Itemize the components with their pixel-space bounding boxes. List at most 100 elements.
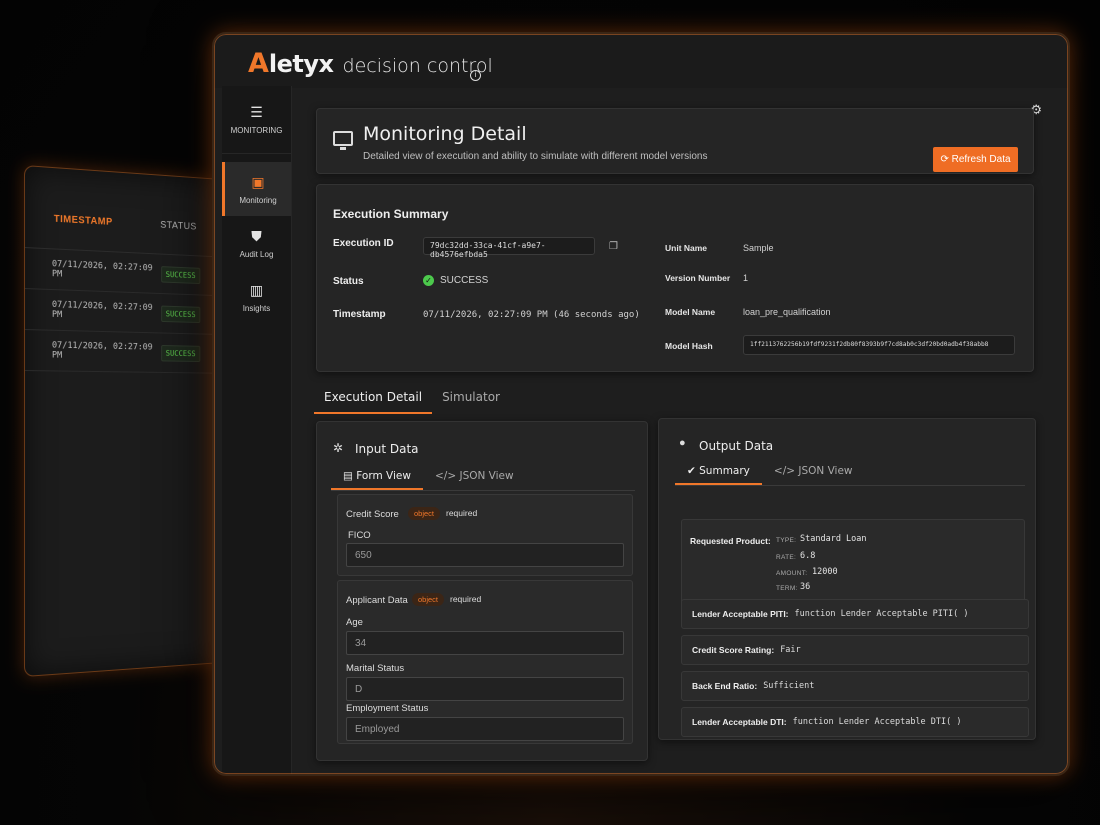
sidebar: ☰ MONITORING ▣ Monitoring ⛊ Audit Log ▥ … xyxy=(222,86,292,774)
required-indicator: required xyxy=(450,594,482,604)
applicant-data-card: Applicant Data object required Age Marit… xyxy=(337,580,633,744)
sidebar-item-label: Audit Log xyxy=(239,249,274,259)
tab-form-view[interactable]: ▤ Form View xyxy=(331,466,423,490)
refresh-data-button[interactable]: ⟳ Refresh Data xyxy=(933,147,1018,172)
col-status[interactable]: STATUS xyxy=(160,220,196,255)
row-timestamp: 07/11/2026, 02:27:09 PM xyxy=(51,340,153,361)
copy-icon[interactable]: ❐ xyxy=(609,241,618,252)
model-hash-value[interactable]: 1ff2113762256b19fdf9231f2db80f8393b9f7cd… xyxy=(743,335,1015,355)
output-row-back-end-ratio: Back End Ratio: Sufficient xyxy=(681,671,1029,701)
execution-id-label: Execution ID xyxy=(333,238,394,249)
check-circle-icon: ✔ xyxy=(687,465,700,477)
marital-status-input[interactable] xyxy=(346,677,624,701)
sidebar-item-audit-log[interactable]: ⛊ Audit Log xyxy=(222,216,291,270)
model-name-value: loan_pre_qualification xyxy=(743,307,831,317)
timestamp-label: Timestamp xyxy=(333,309,386,320)
row-key: Credit Score Rating: xyxy=(692,645,775,655)
tab-execution-detail[interactable]: Execution Detail xyxy=(314,386,433,414)
tab-summary[interactable]: ✔ Summary xyxy=(675,461,762,485)
execution-summary: Execution Summary Execution ID 79dc32dd-… xyxy=(316,184,1034,372)
form-icon: ▤ xyxy=(343,470,357,482)
age-input[interactable] xyxy=(346,631,624,655)
logo-mark: A xyxy=(248,48,269,79)
code-icon: </> xyxy=(773,465,799,477)
sidebar-menu-toggle[interactable]: ☰ MONITORING xyxy=(222,86,291,154)
tab-json-view[interactable]: </> JSON View xyxy=(423,466,526,490)
rate-key: RATE: xyxy=(776,554,797,561)
main-window: A letyx decision control i ⚙ ☰ MONITORIN… xyxy=(212,32,1070,776)
brand-logo[interactable]: A letyx decision control xyxy=(248,48,493,79)
background-window: TIMESTAMP STATUS 07/11/2026, 02:27:09 PM… xyxy=(24,165,222,677)
detail-tabs: Execution Detail Simulator xyxy=(314,386,510,414)
age-label: Age xyxy=(346,617,363,628)
check-circle-icon: ✓ xyxy=(423,275,434,286)
execution-id-value[interactable]: 79dc32dd-33ca-41cf-a9e7-db4576efbda5 xyxy=(423,237,595,259)
input-data-panel: ✲ Input Data ▤ Form View </> JSON View C… xyxy=(316,421,648,761)
status-badge: SUCCESS xyxy=(161,344,201,362)
summary-title: Execution Summary xyxy=(333,207,449,221)
model-name-label: Model Name xyxy=(665,307,716,317)
amount-key: AMOUNT: xyxy=(776,570,808,577)
page-header: Monitoring Detail Detailed view of execu… xyxy=(316,108,1034,174)
type-badge: object xyxy=(408,507,441,520)
page-subtitle: Detailed view of execution and ability t… xyxy=(363,151,708,162)
version-number-label: Version Number xyxy=(665,273,731,283)
output-subtabs: ✔ Summary </> JSON View xyxy=(675,461,1025,486)
credit-score-card: Credit Score object required FICO xyxy=(337,494,633,576)
employment-status-input[interactable] xyxy=(346,717,624,741)
tab-simulator[interactable]: Simulator xyxy=(432,386,510,414)
status-badge: SUCCESS xyxy=(161,265,201,284)
type-value: Standard Loan xyxy=(800,534,867,544)
required-indicator: required xyxy=(446,508,478,518)
model-hash-label: Model Hash xyxy=(665,341,713,351)
network-icon: ✲ xyxy=(333,441,344,455)
term-value: 36 xyxy=(800,582,811,592)
output-row-dti: Lender Acceptable DTI: function Lender A… xyxy=(681,707,1029,737)
topbar: A letyx decision control i xyxy=(214,34,1068,88)
code-icon: </> xyxy=(434,470,460,482)
table-row[interactable]: 07/11/2026, 02:27:09 PM SUCCESS xyxy=(24,289,221,335)
monitor-icon xyxy=(333,131,353,150)
col-timestamp[interactable]: TIMESTAMP xyxy=(54,214,160,254)
info-icon[interactable]: i xyxy=(470,70,481,81)
type-key: TYPE: xyxy=(776,537,797,544)
row-value: function Lender Acceptable DTI( ) xyxy=(792,717,962,727)
refresh-label: Refresh Data xyxy=(951,154,1011,165)
amount-value: 12000 xyxy=(812,567,838,577)
sidebar-item-monitoring[interactable]: ▣ Monitoring xyxy=(222,162,291,216)
table-row[interactable]: 07/11/2026, 02:27:09 PM SUCCESS xyxy=(24,248,221,297)
row-timestamp: 07/11/2026, 02:27:09 PM xyxy=(51,259,153,280)
credit-score-label: Credit Score xyxy=(346,509,399,520)
requested-product-card: Requested Product: TYPE: Standard Loan R… xyxy=(681,519,1025,609)
refresh-icon: ⟳ xyxy=(940,154,952,165)
timestamp-value: 07/11/2026, 02:27:09 PM (46 seconds ago) xyxy=(423,310,640,320)
sidebar-item-label: Monitoring xyxy=(239,195,277,205)
term-key: TERM: xyxy=(776,585,798,592)
status-value: ✓ SUCCESS xyxy=(423,275,488,286)
brand-name: letyx xyxy=(268,50,334,78)
bar-chart-icon: ▥ xyxy=(249,281,264,298)
status-badge: SUCCESS xyxy=(161,305,201,323)
requested-product-label: Requested Product: xyxy=(690,536,771,546)
table-row[interactable]: 07/11/2026, 02:27:09 PM SUCCESS xyxy=(24,330,221,374)
fico-label: FICO xyxy=(348,530,371,541)
page-title: Monitoring Detail xyxy=(363,123,527,145)
row-value: function Lender Acceptable PITI( ) xyxy=(794,609,969,619)
output-row-piti: Lender Acceptable PITI: function Lender … xyxy=(681,599,1029,629)
marital-status-label: Marital Status xyxy=(346,663,405,674)
row-key: Lender Acceptable DTI: xyxy=(692,717,787,727)
fico-input[interactable] xyxy=(346,543,624,567)
tab-json-view[interactable]: </> JSON View xyxy=(762,461,865,485)
output-data-title: Output Data xyxy=(699,439,774,453)
unit-name-label: Unit Name xyxy=(665,243,708,253)
applicant-data-label: Applicant Data xyxy=(346,595,408,606)
output-row-credit-score-rating: Credit Score Rating: Fair xyxy=(681,635,1029,665)
row-value: Sufficient xyxy=(763,681,815,691)
sidebar-item-insights[interactable]: ▥ Insights xyxy=(222,270,291,324)
hamburger-icon: ☰ xyxy=(250,104,263,120)
row-key: Back End Ratio: xyxy=(692,681,758,691)
row-value: Fair xyxy=(780,645,801,655)
version-number-value: 1 xyxy=(743,273,749,283)
employment-status-label: Employment Status xyxy=(346,703,429,714)
sidebar-menu-label: MONITORING xyxy=(230,126,283,135)
